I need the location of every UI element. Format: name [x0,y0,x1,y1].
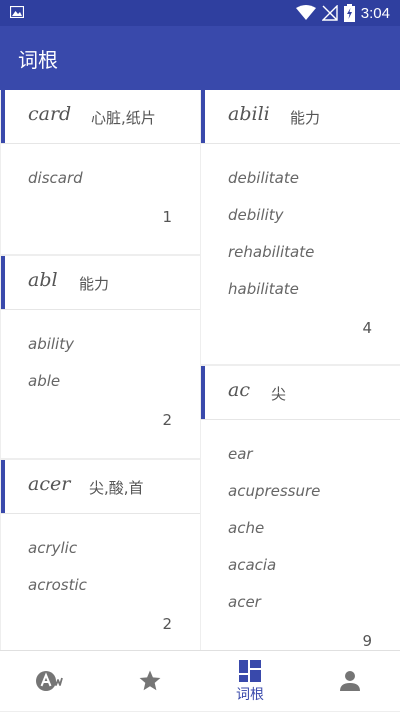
example-word: acacia [228,556,277,574]
example-word: acrostic [28,576,87,594]
star-icon [139,670,161,691]
root-card-header: abili 能力 [201,90,400,143]
nav-item-roots[interactable]: 词根 [200,651,300,712]
example-word: acupressure [228,482,321,500]
divider [1,513,200,514]
root-meaning: 能力 [290,109,321,127]
root-word: abl [28,269,58,291]
root-meaning: 能力 [79,275,110,293]
word-count: 1 [162,208,172,226]
status-time: 3:04 [360,4,390,22]
root-card[interactable]: abl 能力 ability able 2 [1,256,200,458]
example-word: acer [228,593,261,611]
root-word: ac [228,379,250,401]
card-accent-bar [1,90,5,143]
root-card[interactable]: acer 尖,酸,首 acrylic acrostic 2 [1,460,200,650]
word-count: 2 [162,411,172,429]
nav-item-words[interactable] [0,651,100,712]
example-word: acrylic [28,539,78,557]
nav-item-profile[interactable] [300,651,400,712]
card-accent-bar [201,366,205,419]
aw-icon [36,671,63,691]
battery-charging-icon [343,4,355,22]
example-word: ache [228,519,265,537]
card-accent-bar [201,90,205,143]
root-meaning: 心脏,纸片 [91,109,156,127]
image-notification-icon [10,6,24,18]
example-words: debilitate debility rehabilitate habilit… [228,169,314,317]
divider [1,309,200,310]
status-bar: 3:04 [0,0,400,26]
root-card-header: acer 尖,酸,首 [1,460,200,513]
word-count: 2 [162,615,172,633]
root-card[interactable]: ac 尖 ear acupressure ache acacia acer 9 [201,366,400,650]
example-word: habilitate [228,280,299,298]
example-word: debility [228,206,284,224]
root-card-header: ac 尖 [201,366,400,419]
divider [201,419,400,420]
root-card[interactable]: card 心脏,纸片 discard 1 [1,90,200,254]
example-words: acrylic acrostic [28,539,87,613]
root-word: card [28,103,72,125]
roots-grid: card 心脏,纸片 discard 1 abl 能力 ability able… [0,90,400,650]
wifi-icon [295,5,316,20]
divider [201,143,400,144]
app-bar: 词根 [0,26,400,90]
example-words: ability able [28,335,74,409]
example-word: discard [28,169,83,187]
root-word: abili [228,103,270,125]
example-word: ear [228,445,253,463]
example-word: rehabilitate [228,243,315,261]
root-card-header: card 心脏,纸片 [1,90,200,143]
example-word: able [28,372,61,390]
word-count: 4 [362,319,372,337]
no-signal-icon [321,5,338,21]
grid-icon [239,660,261,682]
person-icon [340,671,360,691]
root-card[interactable]: abili 能力 debilitate debility rehabilitat… [201,90,400,364]
nav-item-favorites[interactable] [100,651,200,712]
example-words: ear acupressure ache acacia acer [228,445,320,630]
root-word: acer [28,473,71,495]
root-meaning: 尖 [271,385,287,403]
word-count: 9 [362,632,372,650]
card-accent-bar [1,460,5,513]
example-word: ability [28,335,74,353]
divider [1,143,200,144]
root-meaning: 尖,酸,首 [89,479,144,497]
example-word: debilitate [228,169,299,187]
bottom-nav: 词根 [0,650,400,711]
page-title: 词根 [18,48,58,72]
nav-label-roots: 词根 [236,687,264,703]
root-card-header: abl 能力 [1,256,200,309]
example-words: discard [28,169,83,206]
card-accent-bar [1,256,5,309]
